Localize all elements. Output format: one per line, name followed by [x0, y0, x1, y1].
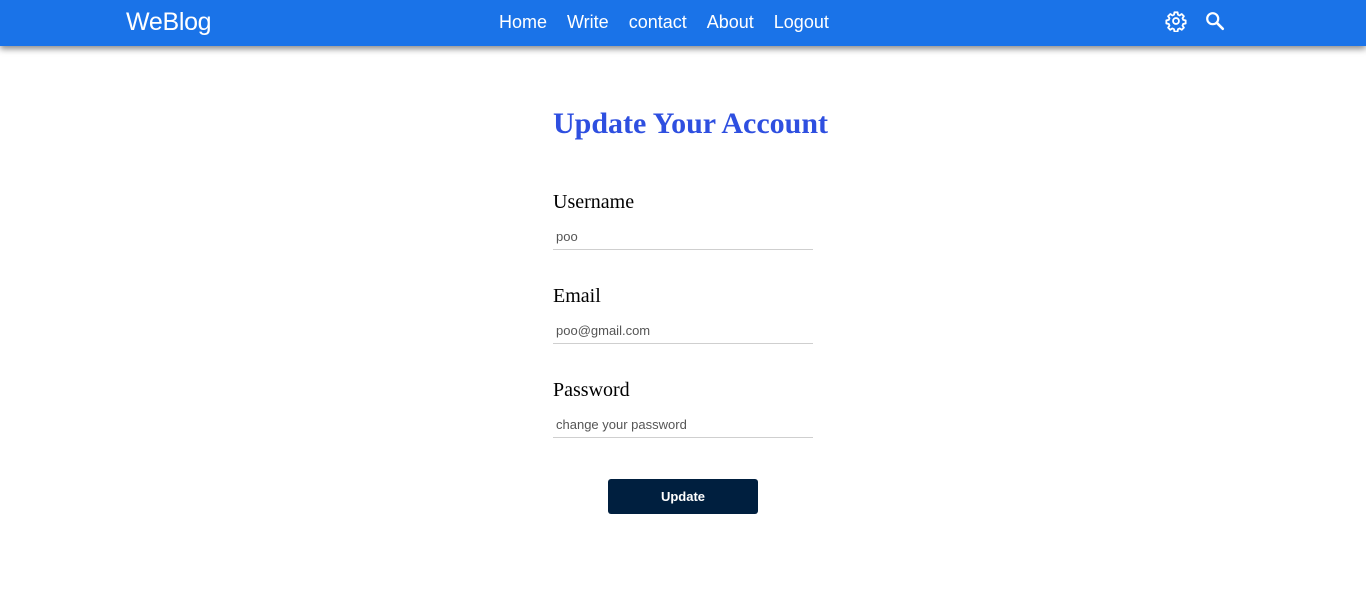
gear-icon[interactable] — [1165, 10, 1187, 33]
navbar: WeBlog Home Write contact About Logout — [0, 0, 1366, 46]
password-label: Password — [553, 379, 630, 401]
email-field[interactable] — [553, 318, 813, 344]
nav-link-logout[interactable]: Logout — [774, 12, 829, 33]
nav-link-home[interactable]: Home — [499, 12, 547, 33]
username-label: Username — [553, 191, 635, 213]
email-label: Email — [553, 285, 601, 307]
nav-link-about[interactable]: About — [707, 12, 754, 33]
nav-links: Home Write contact About Logout — [499, 12, 829, 33]
nav-link-contact[interactable]: contact — [629, 12, 687, 33]
nav-link-write[interactable]: Write — [567, 12, 609, 33]
password-field[interactable] — [553, 412, 813, 438]
brand-logo[interactable]: WeBlog — [126, 8, 212, 37]
username-field[interactable] — [553, 224, 813, 250]
account-update-form: Update Your Account Username Email Passw… — [553, 106, 829, 438]
update-button[interactable]: Update — [608, 479, 758, 514]
page-title: Update Your Account — [553, 107, 829, 140]
search-icon[interactable] — [1204, 10, 1226, 32]
